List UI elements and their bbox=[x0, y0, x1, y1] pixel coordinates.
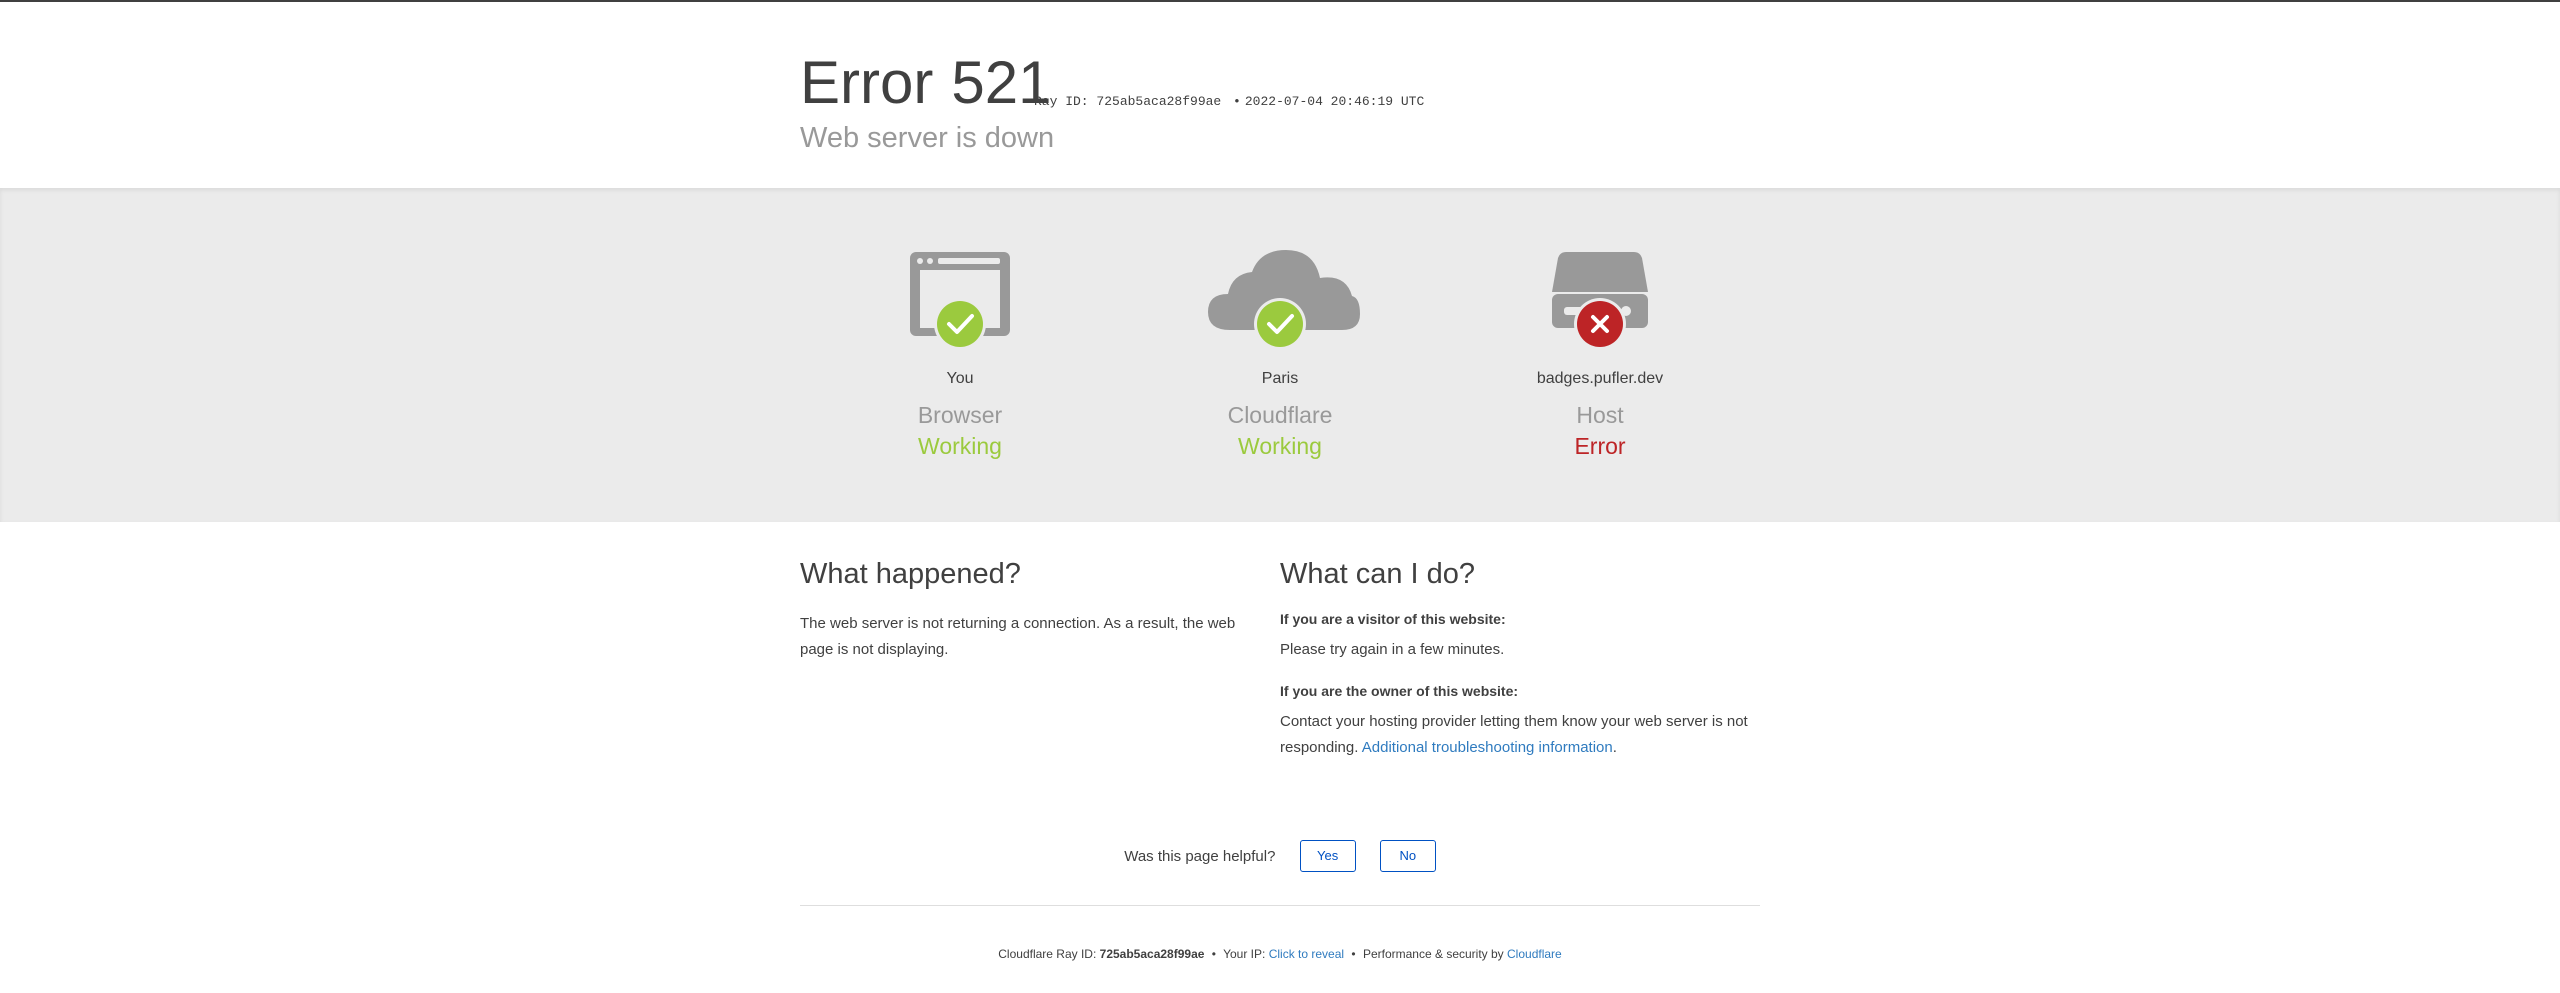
footer-separator: • bbox=[1351, 947, 1356, 961]
troubleshooting-link[interactable]: Additional troubleshooting information bbox=[1362, 739, 1613, 756]
what-happened-section: What happened? The web server is not ret… bbox=[800, 558, 1240, 663]
node-location: badges.pufler.dev bbox=[1536, 370, 1664, 387]
feedback-yes-button[interactable]: Yes bbox=[1299, 840, 1356, 872]
error-timestamp: 2022-07-04 20:46:19 UTC bbox=[1244, 94, 1425, 109]
node-host: badges.pufler.dev Host Error bbox=[1440, 188, 1760, 522]
browser-window-icon bbox=[800, 246, 1120, 356]
what-happened-body: The web server is not returning a connec… bbox=[800, 615, 1236, 658]
cloudflare-link[interactable]: Cloudflare bbox=[1507, 947, 1562, 961]
visitor-body: Please try again in a few minutes. bbox=[1280, 641, 1505, 658]
feedback-no-button[interactable]: No bbox=[1379, 840, 1436, 872]
footer-perf-text: Performance & security by bbox=[1362, 947, 1504, 961]
ray-meta: Ray ID: 725ab5aca28f99ae • 2022-07-04 20:… bbox=[1034, 94, 1424, 109]
feedback-question: Was this page helpful? bbox=[1124, 847, 1276, 865]
node-cloudflare: Paris Cloudflare Working bbox=[1120, 188, 1440, 522]
node-location: You bbox=[946, 370, 974, 387]
node-status: Error bbox=[1574, 433, 1626, 459]
cloud-icon bbox=[1120, 246, 1440, 356]
footer: Cloudflare Ray ID: 725ab5aca28f99ae • Yo… bbox=[0, 947, 2560, 961]
owner-heading: If you are the owner of this website: bbox=[1280, 683, 1519, 699]
footer-ray-prefix: Cloudflare Ray ID: bbox=[998, 947, 1097, 961]
node-location: Paris bbox=[1261, 370, 1299, 387]
footer-separator: • bbox=[1211, 947, 1216, 961]
what-can-i-do-heading: What can I do? bbox=[1280, 558, 1476, 590]
node-role: Browser bbox=[917, 402, 1003, 428]
owner-trailing: . bbox=[1612, 739, 1617, 756]
what-happened-heading: What happened? bbox=[800, 558, 1021, 590]
feedback-bar: Was this page helpful? Yes No bbox=[0, 840, 2560, 872]
node-status: Working bbox=[1238, 433, 1322, 459]
visitor-heading: If you are a visitor of this website: bbox=[1280, 611, 1506, 627]
what-can-i-do-section: What can I do? If you are a visitor of t… bbox=[1280, 558, 1760, 761]
node-role: Host bbox=[1576, 402, 1624, 428]
ray-id-label: Ray ID: 725ab5aca28f99ae bbox=[1034, 94, 1222, 109]
footer-ip-prefix: Your IP: bbox=[1223, 947, 1266, 961]
footer-ray-id: 725ab5aca28f99ae bbox=[1099, 947, 1205, 961]
node-browser: You Browser Working bbox=[800, 188, 1120, 522]
node-role: Cloudflare bbox=[1227, 402, 1333, 428]
connection-diagram: You Browser Working Paris Cloudflare Wor… bbox=[0, 188, 2560, 710]
page-subtitle: Web server is down bbox=[800, 122, 1055, 154]
page-header: Error 521 Ray ID: 725ab5aca28f99ae • 2022-… bbox=[0, 2, 2560, 188]
reveal-ip-link[interactable]: Click to reveal bbox=[1269, 947, 1344, 961]
server-icon bbox=[1440, 246, 1760, 356]
page-title: Error 521 bbox=[800, 48, 1051, 118]
error-word: Error bbox=[800, 49, 934, 116]
meta-separator: • bbox=[1233, 94, 1241, 109]
owner-body: Contact your hosting provider letting th… bbox=[1280, 709, 1760, 761]
node-status: Working bbox=[918, 433, 1002, 459]
footer-divider bbox=[800, 905, 1760, 906]
